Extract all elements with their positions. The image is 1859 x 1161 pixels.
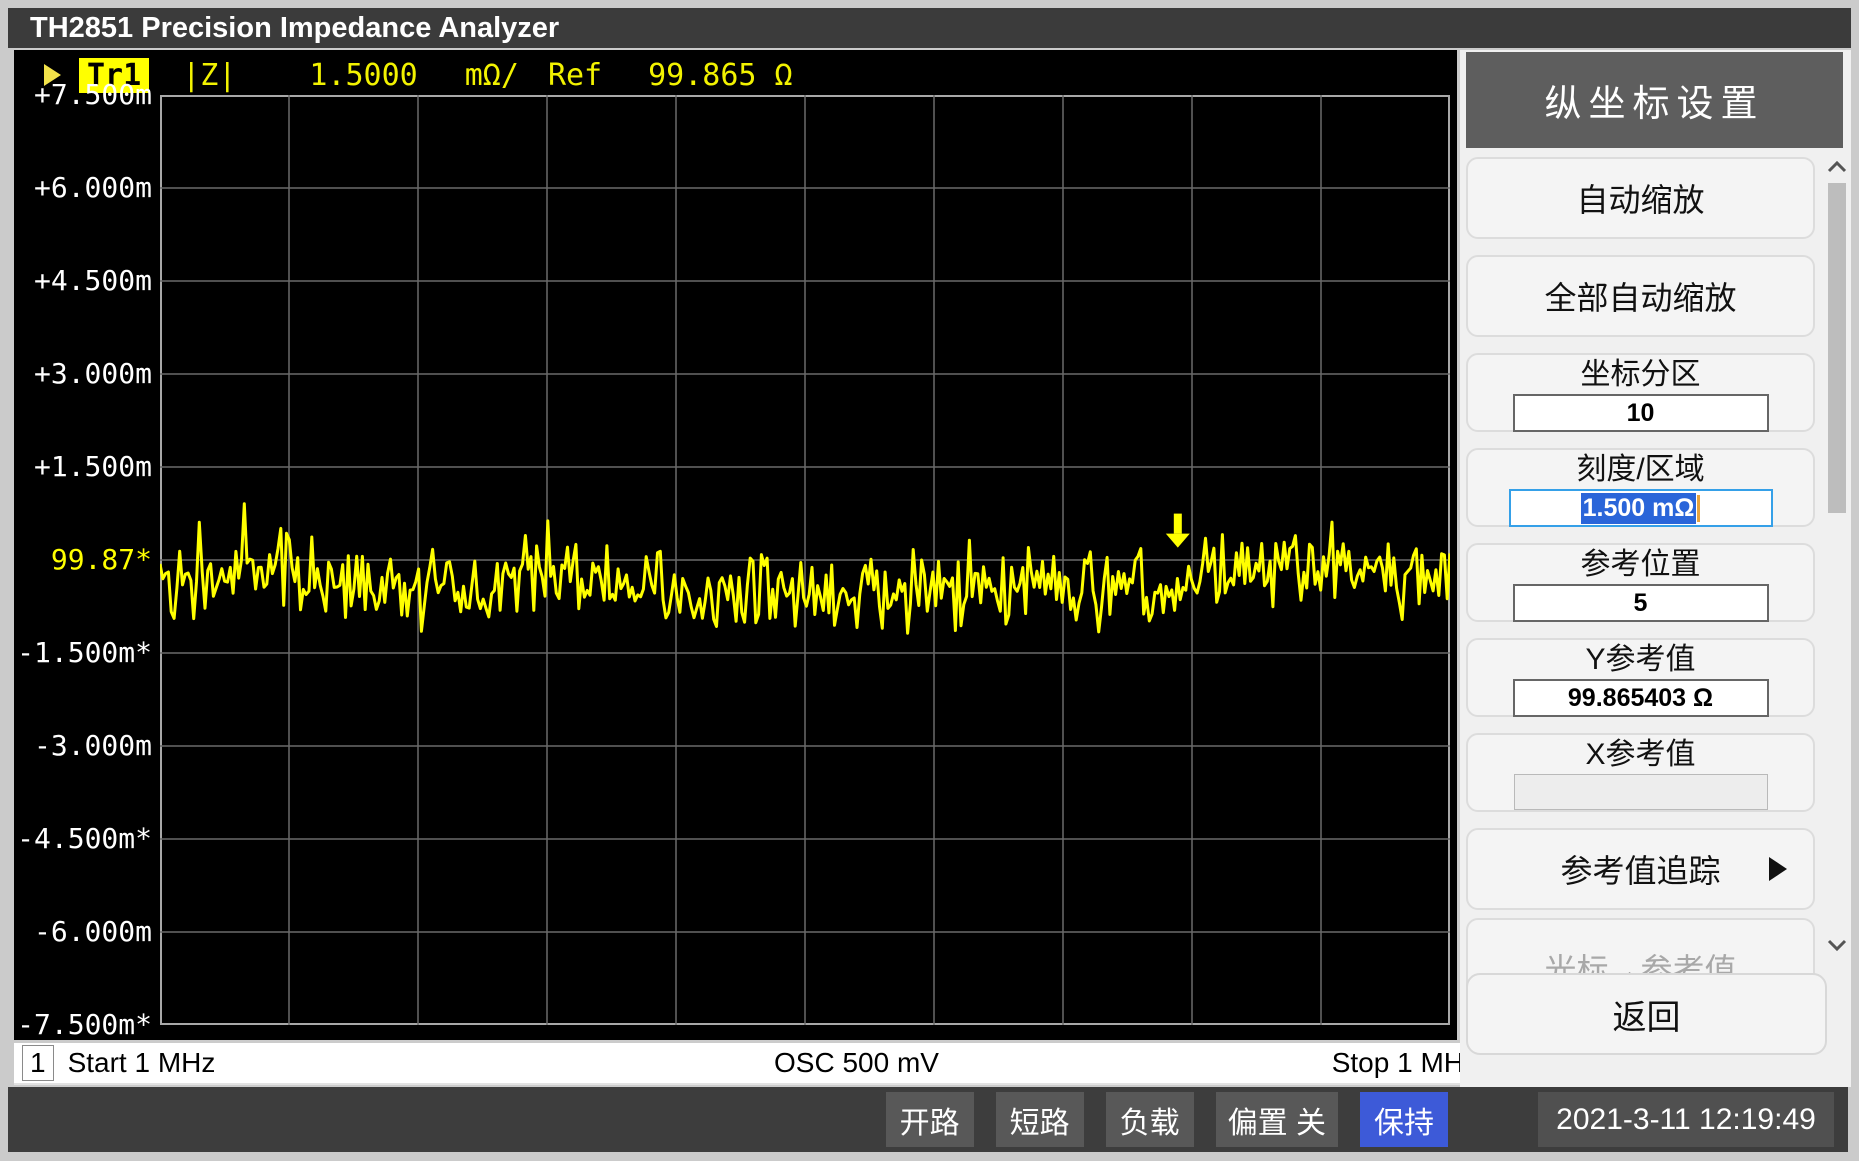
auto-scale-all-button-label: 全部自动缩放 <box>1544 273 1736 319</box>
scroll-down-icon[interactable] <box>1826 933 1848 957</box>
sweep-status-strip: 1 Start 1 MHz OSC 500 mV Stop 1 MHz <box>14 1043 1490 1085</box>
y-axis-label: +1.500m <box>14 450 152 484</box>
x-ref-value-field-label: X参考值 <box>1468 738 1813 772</box>
ref-position-field: 参考位置5 <box>1466 543 1815 622</box>
y-axis-label: 99.87* <box>14 543 152 577</box>
y-ref-value-field-input[interactable]: 99.865403 Ω <box>1513 679 1769 717</box>
y-axis-label: +7.500m <box>14 78 152 112</box>
divisions-field: 坐标分区10 <box>1466 353 1815 432</box>
x-ref-value-field: X参考值 <box>1466 733 1815 812</box>
toolbar-button-短路[interactable]: 短路 <box>996 1092 1084 1147</box>
submenu-arrow-icon <box>1769 857 1787 881</box>
scale-per-div-field-label: 刻度/区域 <box>1468 453 1813 487</box>
plot-grid-region <box>160 95 1450 1025</box>
y-axis-label: -7.500m* <box>14 1008 152 1042</box>
ref-position-field-input[interactable]: 5 <box>1513 584 1769 622</box>
impedance-trace-plot <box>160 95 1450 1025</box>
trace-scale-unit: mΩ/ <box>465 58 519 93</box>
scrollbar-thumb[interactable] <box>1828 183 1846 513</box>
auto-scale-button-label: 自动缩放 <box>1576 175 1704 221</box>
vertical-axis-settings-panel: 纵坐标设置 自动缩放全部自动缩放坐标分区10 刻度/区域 1.500 mΩ 参考位置5… <box>1460 50 1851 1087</box>
impedance-plot-area: Tr1 |Z| 1.5000 mΩ/ Ref 99.865 Ω +7.500m +… <box>14 50 1457 1040</box>
divisions-field-label: 坐标分区 <box>1468 358 1813 392</box>
divisions-field-input[interactable]: 10 <box>1513 394 1769 432</box>
trace-header: Tr1 |Z| 1.5000 mΩ/ Ref 99.865 Ω <box>14 54 1457 96</box>
trace-ref-label: Ref <box>548 58 602 93</box>
osc-level-label: OSC 500 mV <box>774 1043 939 1083</box>
toolbar-button-保持[interactable]: 保持 <box>1360 1092 1448 1147</box>
ref-position-field-label: 参考位置 <box>1468 548 1813 582</box>
scale-per-div-field: 刻度/区域 1.500 mΩ <box>1466 448 1815 527</box>
x-ref-value-field-input <box>1514 774 1768 810</box>
auto-scale-all-button[interactable]: 全部自动缩放 <box>1466 255 1815 337</box>
panel-scrollbar[interactable] <box>1826 155 1848 957</box>
back-button[interactable]: 返回 <box>1466 973 1827 1055</box>
stop-frequency-label: Stop 1 MHz <box>1332 1043 1478 1083</box>
y-axis-labels: +7.500m+6.000m+4.500m+3.000m+1.500m99.87… <box>14 95 156 1025</box>
y-axis-label: +6.000m <box>14 171 152 205</box>
auto-scale-button[interactable]: 自动缩放 <box>1466 157 1815 239</box>
selected-input-text: 1.500 mΩ <box>1581 493 1697 524</box>
panel-title: 纵坐标设置 <box>1466 52 1843 148</box>
ref-tracking-button[interactable]: 参考值追踪 <box>1466 828 1815 910</box>
toolbar-button-偏置关[interactable]: 偏置 关 <box>1216 1092 1338 1147</box>
text-caret <box>1697 495 1700 522</box>
y-axis-label: -6.000m <box>14 915 152 949</box>
toolbar-buttons: 开路短路负载偏置 关保持 <box>886 1092 1470 1147</box>
instrument-screen: TH2851 Precision Impedance Analyzer Tr1 … <box>0 0 1859 1161</box>
panel-sections: 自动缩放全部自动缩放坐标分区10 刻度/区域 1.500 mΩ 参考位置5 Y参考值99… <box>1466 157 1815 910</box>
trace-param-readout: |Z| <box>182 58 236 93</box>
marker-down-arrow-icon <box>1166 534 1190 548</box>
start-frequency-label: Start 1 MHz <box>68 1043 216 1083</box>
trace-ref-value: 99.865 Ω <box>648 58 793 93</box>
y-ref-value-field: Y参考值99.865403 Ω <box>1466 638 1815 717</box>
toolbar-button-负载[interactable]: 负载 <box>1106 1092 1194 1147</box>
ref-tracking-button-label: 参考值追踪 <box>1560 846 1720 892</box>
scale-per-div-field-input[interactable]: 1.500 mΩ <box>1509 489 1773 527</box>
bottom-toolbar: 开路短路负载偏置 关保持 2021-3-11 12:19:49 <box>8 1087 1848 1152</box>
system-clock: 2021-3-11 12:19:49 <box>1538 1092 1834 1147</box>
y-ref-value-field-label: Y参考值 <box>1468 643 1813 677</box>
y-axis-label: -3.000m <box>14 729 152 763</box>
trace-scale-readout: 1.5000 <box>309 58 417 93</box>
toolbar-button-开路[interactable]: 开路 <box>886 1092 974 1147</box>
y-axis-label: +4.500m <box>14 264 152 298</box>
channel-indicator: 1 <box>22 1045 54 1081</box>
y-axis-label: +3.000m <box>14 357 152 391</box>
scroll-up-icon[interactable] <box>1826 155 1848 179</box>
y-axis-label: -4.500m* <box>14 822 152 856</box>
window-title: TH2851 Precision Impedance Analyzer <box>8 8 1851 48</box>
y-axis-label: -1.500m* <box>14 636 152 670</box>
